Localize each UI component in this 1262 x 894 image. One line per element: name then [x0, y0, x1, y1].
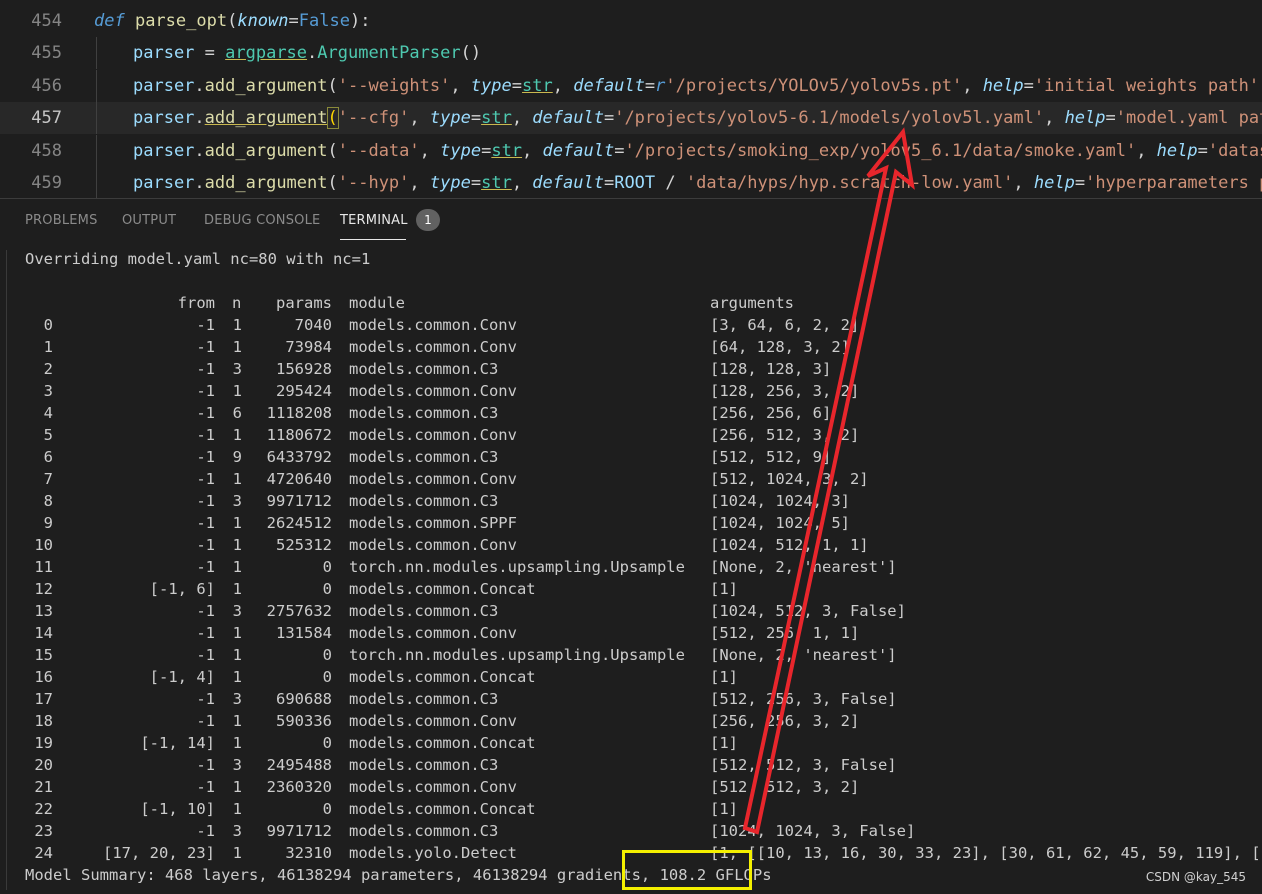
arrow-outline: [742, 127, 915, 835]
annotation-arrow: [742, 127, 915, 835]
